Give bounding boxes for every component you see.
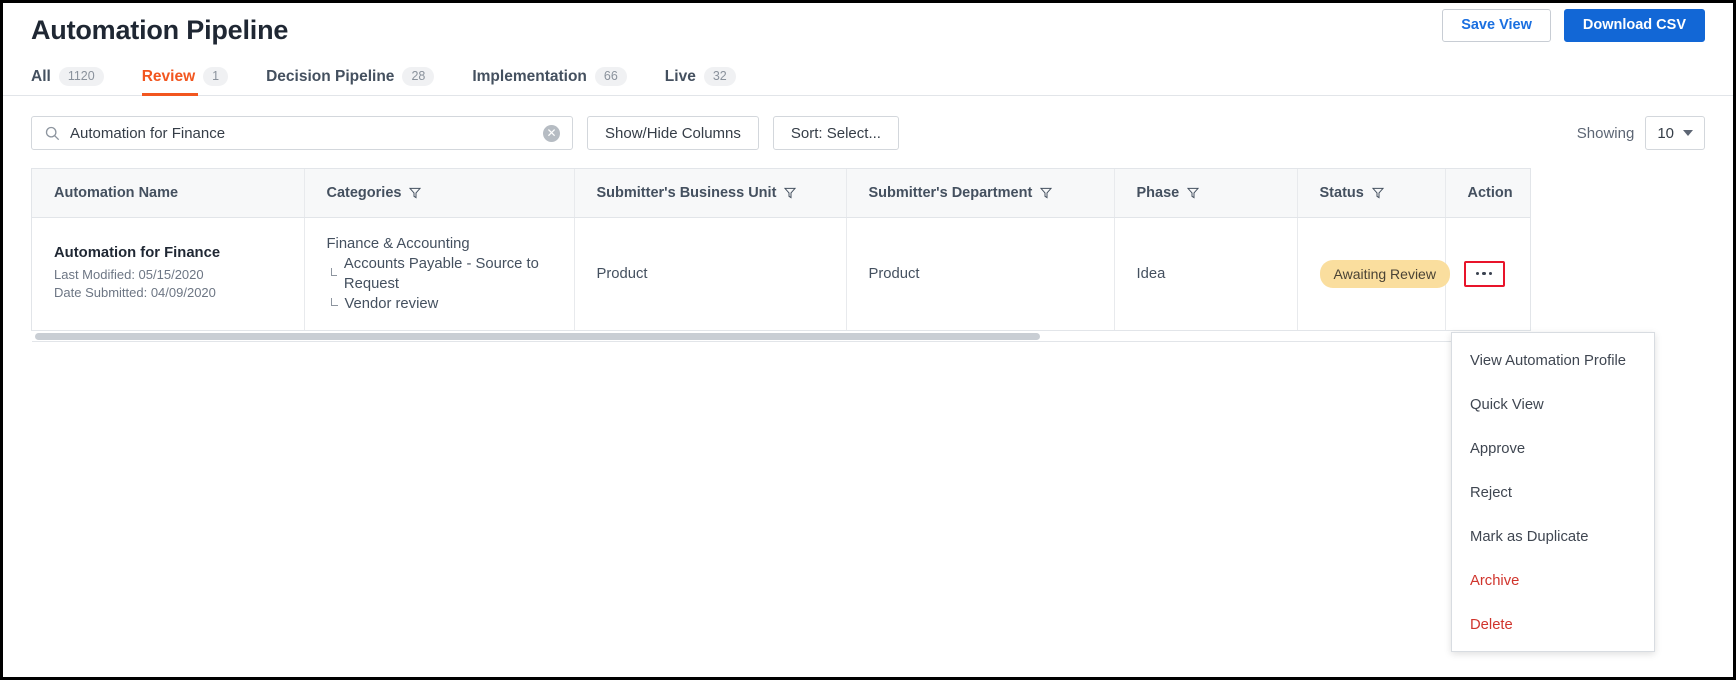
page-header: Automation Pipeline Save View Download C…: [3, 3, 1733, 57]
tab-all[interactable]: All 1120: [31, 67, 104, 95]
col-categories-label: Categories: [326, 185, 402, 202]
col-business-unit-label: Submitter's Business Unit: [596, 185, 777, 202]
page-title: Automation Pipeline: [31, 14, 289, 45]
search-input[interactable]: [32, 117, 572, 149]
cell-business-unit: Product: [574, 217, 847, 331]
tree-elbow-icon: [330, 268, 337, 276]
date-submitted: Date Submitted: 04/09/2020: [54, 285, 216, 300]
tab-all-count: 1120: [58, 67, 104, 86]
cell-categories: Finance & Accounting Accounts Payable - …: [304, 217, 575, 331]
category-sub-1-label: Accounts Payable - Source to Request: [343, 255, 539, 292]
col-automation-name[interactable]: Automation Name: [32, 169, 305, 218]
table-row[interactable]: Automation for Finance Last Modified: 05…: [32, 217, 1530, 331]
cell-department: Product: [846, 217, 1115, 331]
col-categories[interactable]: Categories: [304, 169, 575, 218]
filter-icon[interactable]: [1040, 187, 1053, 199]
last-modified: Last Modified: 05/15/2020: [54, 267, 204, 282]
filter-icon[interactable]: [784, 187, 797, 199]
menu-item-mark-as-duplicate[interactable]: Mark as Duplicate: [1452, 515, 1654, 559]
category-sub-2: Vendor review: [327, 294, 574, 314]
row-action-menu: View Automation Profile Quick View Appro…: [1451, 332, 1655, 652]
tab-review-count: 1: [203, 67, 229, 86]
menu-item-view-automation-profile[interactable]: View Automation Profile: [1452, 339, 1654, 383]
sort-select-button[interactable]: Sort: Select...: [772, 116, 899, 150]
cell-automation-name: Automation for Finance Last Modified: 05…: [32, 217, 305, 331]
showing-label: Showing: [1576, 124, 1635, 142]
automation-name[interactable]: Automation for Finance: [54, 245, 304, 261]
search-icon: [45, 126, 60, 141]
ellipsis-icon: [1475, 271, 1493, 276]
tab-decision-pipeline[interactable]: Decision Pipeline 28: [266, 67, 435, 95]
download-csv-button[interactable]: Download CSV: [1563, 9, 1705, 42]
automation-table: Automation Name Categories Submitter's B…: [31, 168, 1531, 331]
show-hide-columns-button[interactable]: Show/Hide Columns: [587, 116, 759, 150]
category-sub-2-label: Vendor review: [344, 295, 439, 312]
tab-decision-pipeline-label: Decision Pipeline: [266, 67, 395, 85]
filter-icon[interactable]: [1187, 187, 1200, 199]
tab-live-count: 32: [703, 67, 736, 86]
horizontal-scrollbar-thumb[interactable]: [35, 333, 1040, 340]
horizontal-scrollbar[interactable]: [32, 331, 1529, 342]
category-sub-1: Accounts Payable - Source to Request: [327, 254, 574, 294]
menu-item-quick-view[interactable]: Quick View: [1452, 383, 1654, 427]
table-header-row: Automation Name Categories Submitter's B…: [32, 169, 1530, 218]
showing-control: Showing 10: [1577, 116, 1705, 150]
col-department-label: Submitter's Department: [868, 185, 1033, 202]
tab-all-label: All: [31, 67, 51, 85]
menu-item-reject[interactable]: Reject: [1452, 471, 1654, 515]
tree-elbow-icon: [330, 298, 338, 306]
menu-item-archive[interactable]: Archive: [1452, 559, 1654, 603]
tab-review[interactable]: Review 1: [141, 67, 229, 96]
tab-bar: All 1120 Review 1 Decision Pipeline 28 I…: [3, 57, 1733, 96]
col-status[interactable]: Status: [1297, 169, 1446, 218]
status-badge: Awaiting Review: [1319, 259, 1450, 288]
app-window: Automation Pipeline Save View Download C…: [0, 0, 1736, 680]
tab-implementation-count: 66: [594, 67, 627, 86]
clear-icon[interactable]: ✕: [543, 125, 560, 142]
menu-item-delete[interactable]: Delete: [1452, 603, 1654, 647]
col-action-label: Action: [1467, 185, 1513, 202]
col-automation-name-label: Automation Name: [54, 185, 179, 202]
chevron-down-icon: [1683, 130, 1693, 136]
tab-implementation[interactable]: Implementation 66: [472, 67, 627, 95]
cell-phase: Idea: [1114, 217, 1298, 331]
col-status-label: Status: [1319, 185, 1364, 202]
filter-icon[interactable]: [409, 187, 422, 199]
save-view-button[interactable]: Save View: [1442, 9, 1551, 42]
search-box[interactable]: ✕: [31, 116, 573, 150]
menu-item-approve[interactable]: Approve: [1452, 427, 1654, 471]
col-action: Action: [1445, 169, 1530, 218]
header-actions: Save View Download CSV: [1442, 9, 1705, 42]
tab-live[interactable]: Live 32: [665, 67, 736, 95]
tab-implementation-label: Implementation: [472, 67, 587, 85]
row-action-button[interactable]: [1463, 260, 1505, 287]
tab-review-label: Review: [141, 67, 196, 85]
col-business-unit[interactable]: Submitter's Business Unit: [574, 169, 847, 218]
filter-icon[interactable]: [1371, 187, 1384, 199]
page-size-value: 10: [1657, 124, 1674, 142]
col-phase-label: Phase: [1136, 185, 1180, 202]
tab-live-label: Live: [664, 67, 696, 85]
col-phase[interactable]: Phase: [1114, 169, 1298, 218]
cell-status: Awaiting Review: [1297, 217, 1450, 331]
category-primary: Finance & Accounting: [326, 235, 470, 252]
page-size-select[interactable]: 10: [1645, 116, 1705, 150]
tab-decision-pipeline-count: 28: [402, 67, 435, 86]
col-department[interactable]: Submitter's Department: [846, 169, 1115, 218]
cell-action: [1445, 217, 1530, 331]
table-toolbar: ✕ Show/Hide Columns Sort: Select... Show…: [3, 96, 1733, 168]
